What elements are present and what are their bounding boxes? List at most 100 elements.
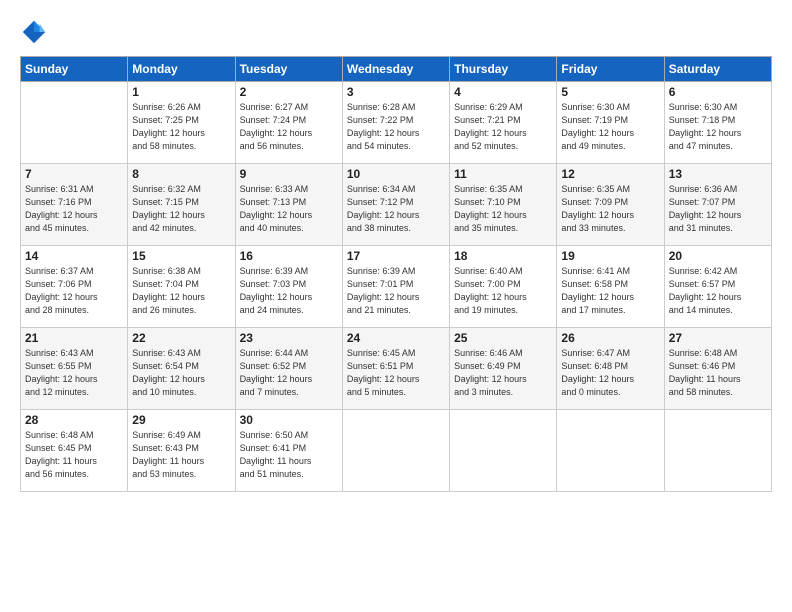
day-info: Sunrise: 6:34 AM Sunset: 7:12 PM Dayligh… <box>347 183 445 235</box>
day-number: 1 <box>132 85 230 99</box>
calendar-cell: 26 Sunrise: 6:47 AM Sunset: 6:48 PM Dayli… <box>557 328 664 410</box>
day-number: 14 <box>25 249 123 263</box>
logo <box>20 18 52 46</box>
day-info: Sunrise: 6:30 AM Sunset: 7:18 PM Dayligh… <box>669 101 767 153</box>
calendar-cell: 19Sunrise: 6:41 AM Sunset: 6:58 PM Dayli… <box>557 246 664 328</box>
day-number: 11 <box>454 167 552 181</box>
week-row-0: 1 Sunrise: 6:26 AM Sunset: 7:25 PM Daylig… <box>21 82 772 164</box>
day-number: 17 <box>347 249 445 263</box>
calendar-cell: 2 Sunrise: 6:27 AM Sunset: 7:24 PM Daylig… <box>235 82 342 164</box>
day-info: Sunrise: 6:27 AM Sunset: 7:24 PM Dayligh… <box>240 101 338 153</box>
calendar-cell: 27 Sunrise: 6:48 AM Sunset: 6:46 PM Dayli… <box>664 328 771 410</box>
calendar-cell: 16 Sunrise: 6:39 AM Sunset: 7:03 PM Dayli… <box>235 246 342 328</box>
week-row-2: 14 Sunrise: 6:37 AM Sunset: 7:06 PM Dayli… <box>21 246 772 328</box>
calendar-cell: 7 Sunrise: 6:31 AM Sunset: 7:16 PM Daylig… <box>21 164 128 246</box>
day-info: Sunrise: 6:50 AM Sunset: 6:41 PM Dayligh… <box>240 429 338 481</box>
calendar-cell: 10 Sunrise: 6:34 AM Sunset: 7:12 PM Dayli… <box>342 164 449 246</box>
day-info: Sunrise: 6:31 AM Sunset: 7:16 PM Dayligh… <box>25 183 123 235</box>
calendar-cell: 4 Sunrise: 6:29 AM Sunset: 7:21 PM Daylig… <box>450 82 557 164</box>
logo-icon <box>20 18 48 46</box>
day-number: 7 <box>25 167 123 181</box>
calendar-cell: 8Sunrise: 6:32 AM Sunset: 7:15 PM Daylig… <box>128 164 235 246</box>
header-cell-tuesday: Tuesday <box>235 57 342 82</box>
calendar-cell: 17Sunrise: 6:39 AM Sunset: 7:01 PM Dayli… <box>342 246 449 328</box>
calendar-cell <box>21 82 128 164</box>
header-cell-monday: Monday <box>128 57 235 82</box>
header-cell-sunday: Sunday <box>21 57 128 82</box>
day-info: Sunrise: 6:47 AM Sunset: 6:48 PM Dayligh… <box>561 347 659 399</box>
day-number: 16 <box>240 249 338 263</box>
calendar-cell: 30 Sunrise: 6:50 AM Sunset: 6:41 PM Dayli… <box>235 410 342 492</box>
day-number: 21 <box>25 331 123 345</box>
header <box>20 18 772 46</box>
day-info: Sunrise: 6:42 AM Sunset: 6:57 PM Dayligh… <box>669 265 767 317</box>
day-info: Sunrise: 6:39 AM Sunset: 7:03 PM Dayligh… <box>240 265 338 317</box>
day-number: 29 <box>132 413 230 427</box>
day-number: 25 <box>454 331 552 345</box>
day-number: 20 <box>669 249 767 263</box>
calendar-cell <box>664 410 771 492</box>
day-number: 27 <box>669 331 767 345</box>
day-number: 30 <box>240 413 338 427</box>
day-info: Sunrise: 6:29 AM Sunset: 7:21 PM Dayligh… <box>454 101 552 153</box>
calendar-cell <box>557 410 664 492</box>
calendar-cell: 23 Sunrise: 6:44 AM Sunset: 6:52 PM Dayli… <box>235 328 342 410</box>
calendar-cell: 13Sunrise: 6:36 AM Sunset: 7:07 PM Dayli… <box>664 164 771 246</box>
calendar-body: 1 Sunrise: 6:26 AM Sunset: 7:25 PM Daylig… <box>21 82 772 492</box>
day-number: 10 <box>347 167 445 181</box>
week-row-4: 28Sunrise: 6:48 AM Sunset: 6:45 PM Dayli… <box>21 410 772 492</box>
calendar-cell: 25 Sunrise: 6:46 AM Sunset: 6:49 PM Dayli… <box>450 328 557 410</box>
day-number: 3 <box>347 85 445 99</box>
day-info: Sunrise: 6:26 AM Sunset: 7:25 PM Dayligh… <box>132 101 230 153</box>
calendar-cell: 15 Sunrise: 6:38 AM Sunset: 7:04 PM Dayli… <box>128 246 235 328</box>
calendar-cell: 6 Sunrise: 6:30 AM Sunset: 7:18 PM Daylig… <box>664 82 771 164</box>
day-info: Sunrise: 6:33 AM Sunset: 7:13 PM Dayligh… <box>240 183 338 235</box>
header-cell-friday: Friday <box>557 57 664 82</box>
calendar-cell: 5 Sunrise: 6:30 AM Sunset: 7:19 PM Daylig… <box>557 82 664 164</box>
day-info: Sunrise: 6:36 AM Sunset: 7:07 PM Dayligh… <box>669 183 767 235</box>
header-row: SundayMondayTuesdayWednesdayThursdayFrid… <box>21 57 772 82</box>
day-number: 15 <box>132 249 230 263</box>
calendar-cell: 11 Sunrise: 6:35 AM Sunset: 7:10 PM Dayli… <box>450 164 557 246</box>
week-row-1: 7 Sunrise: 6:31 AM Sunset: 7:16 PM Daylig… <box>21 164 772 246</box>
day-number: 24 <box>347 331 445 345</box>
day-number: 26 <box>561 331 659 345</box>
day-info: Sunrise: 6:28 AM Sunset: 7:22 PM Dayligh… <box>347 101 445 153</box>
day-number: 4 <box>454 85 552 99</box>
day-number: 2 <box>240 85 338 99</box>
day-info: Sunrise: 6:37 AM Sunset: 7:06 PM Dayligh… <box>25 265 123 317</box>
day-number: 8 <box>132 167 230 181</box>
day-number: 12 <box>561 167 659 181</box>
day-info: Sunrise: 6:38 AM Sunset: 7:04 PM Dayligh… <box>132 265 230 317</box>
day-info: Sunrise: 6:44 AM Sunset: 6:52 PM Dayligh… <box>240 347 338 399</box>
day-info: Sunrise: 6:35 AM Sunset: 7:10 PM Dayligh… <box>454 183 552 235</box>
day-info: Sunrise: 6:45 AM Sunset: 6:51 PM Dayligh… <box>347 347 445 399</box>
page: SundayMondayTuesdayWednesdayThursdayFrid… <box>0 0 792 612</box>
calendar-header: SundayMondayTuesdayWednesdayThursdayFrid… <box>21 57 772 82</box>
day-number: 23 <box>240 331 338 345</box>
calendar-cell: 21 Sunrise: 6:43 AM Sunset: 6:55 PM Dayli… <box>21 328 128 410</box>
day-info: Sunrise: 6:49 AM Sunset: 6:43 PM Dayligh… <box>132 429 230 481</box>
day-number: 28 <box>25 413 123 427</box>
day-number: 19 <box>561 249 659 263</box>
header-cell-thursday: Thursday <box>450 57 557 82</box>
day-number: 5 <box>561 85 659 99</box>
header-cell-saturday: Saturday <box>664 57 771 82</box>
day-number: 18 <box>454 249 552 263</box>
day-info: Sunrise: 6:43 AM Sunset: 6:55 PM Dayligh… <box>25 347 123 399</box>
day-number: 9 <box>240 167 338 181</box>
day-info: Sunrise: 6:48 AM Sunset: 6:46 PM Dayligh… <box>669 347 767 399</box>
calendar-cell: 22Sunrise: 6:43 AM Sunset: 6:54 PM Dayli… <box>128 328 235 410</box>
calendar-cell: 28Sunrise: 6:48 AM Sunset: 6:45 PM Dayli… <box>21 410 128 492</box>
day-info: Sunrise: 6:30 AM Sunset: 7:19 PM Dayligh… <box>561 101 659 153</box>
calendar-cell: 12 Sunrise: 6:35 AM Sunset: 7:09 PM Dayli… <box>557 164 664 246</box>
day-number: 6 <box>669 85 767 99</box>
calendar-cell <box>450 410 557 492</box>
day-info: Sunrise: 6:46 AM Sunset: 6:49 PM Dayligh… <box>454 347 552 399</box>
calendar-table: SundayMondayTuesdayWednesdayThursdayFrid… <box>20 56 772 492</box>
calendar-cell: 24 Sunrise: 6:45 AM Sunset: 6:51 PM Dayli… <box>342 328 449 410</box>
day-info: Sunrise: 6:40 AM Sunset: 7:00 PM Dayligh… <box>454 265 552 317</box>
day-info: Sunrise: 6:35 AM Sunset: 7:09 PM Dayligh… <box>561 183 659 235</box>
calendar-cell: 3 Sunrise: 6:28 AM Sunset: 7:22 PM Daylig… <box>342 82 449 164</box>
day-number: 22 <box>132 331 230 345</box>
